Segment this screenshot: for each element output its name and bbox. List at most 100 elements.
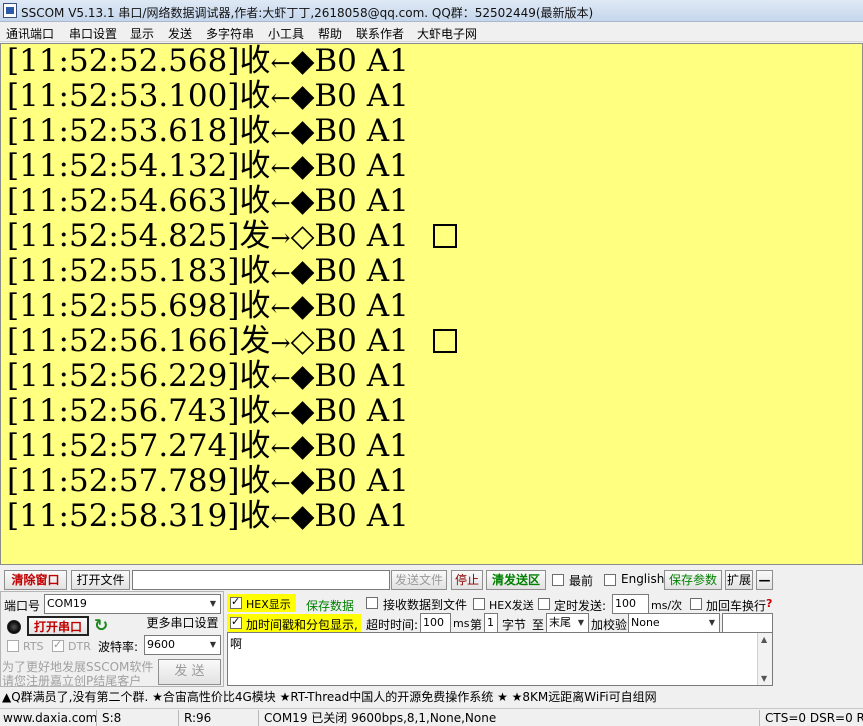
log-mark: ◆	[290, 183, 315, 219]
log-timestamp: [11:52:56.743]	[7, 393, 240, 429]
log-data: B0 A1	[314, 288, 409, 324]
log-mark: ◇	[290, 218, 315, 254]
log-timestamp: [11:52:56.229]	[7, 358, 240, 394]
port-select[interactable]: COM19 ▼	[44, 594, 221, 614]
log-direction: 收	[239, 393, 271, 429]
dtr-checkbox[interactable]	[52, 638, 64, 652]
help-icon[interactable]: ?	[766, 597, 772, 610]
end-value: 末尾	[549, 616, 571, 629]
stop-button[interactable]: 停止	[451, 570, 483, 590]
log-arrow: ←	[270, 294, 291, 322]
log-data: B0 A1	[314, 43, 409, 79]
baud-value: 9600	[147, 638, 175, 651]
sscom-window: SSCOM V5.13.1 串口/网络数据调试器,作者:大虾丁丁,2618058…	[0, 0, 863, 726]
log-mark: ◆	[290, 148, 315, 184]
window-title: SSCOM V5.13.1 串口/网络数据调试器,作者:大虾丁丁,2618058…	[21, 6, 594, 20]
menu-send[interactable]: 发送	[168, 25, 192, 42]
status-bar: www.daxia.com S:8 R:96 COM19 已关闭 9600bps…	[0, 708, 863, 726]
interval-input[interactable]: 100	[612, 594, 649, 614]
log-arrow: ←	[270, 189, 291, 217]
dtr-label: DTR	[68, 640, 91, 653]
checksum-result-field	[722, 613, 773, 633]
log-direction: 收	[239, 113, 271, 149]
log-line: [11:52:58.319]收←◆B0 A1	[7, 499, 409, 536]
menu-display[interactable]: 显示	[130, 25, 154, 42]
end-select[interactable]: 末尾 ▼	[546, 613, 589, 633]
log-timestamp: [11:52:55.183]	[7, 253, 240, 289]
log-arrow: ←	[270, 504, 291, 532]
menu-daxia-site[interactable]: 大虾电子网	[417, 25, 477, 42]
send-button[interactable]: 发 送	[158, 659, 221, 685]
send-textarea[interactable]: 啊 ▲ ▼	[227, 632, 773, 686]
status-website[interactable]: www.daxia.com	[0, 710, 97, 726]
interval-unit-label: ms/次	[651, 599, 683, 612]
log-timestamp: [11:52:54.132]	[7, 148, 240, 184]
log-data: B0 A1	[314, 428, 409, 464]
log-direction: 收	[239, 183, 271, 219]
checksum-label: 加校验	[591, 618, 628, 632]
refresh-icon[interactable]: ↻	[94, 617, 112, 635]
save-params-button[interactable]: 保存参数	[664, 570, 722, 590]
log-mark: ◆	[290, 253, 315, 289]
log-line: [11:52:55.183]收←◆B0 A1	[7, 254, 409, 291]
log-timestamp: [11:52:53.100]	[7, 78, 240, 114]
timeout-input[interactable]: 100	[420, 613, 451, 633]
log-timestamp: [11:52:57.789]	[7, 463, 240, 499]
unprintable-char-box	[432, 224, 457, 248]
topmost-checkbox[interactable]	[552, 574, 564, 586]
baud-label: 波特率:	[98, 640, 139, 654]
collapse-button[interactable]: —	[756, 570, 773, 590]
menu-comm-port[interactable]: 通讯端口	[6, 25, 54, 42]
log-line: [11:52:53.618]收←◆B0 A1	[7, 114, 409, 151]
chevron-down-icon: ▼	[708, 618, 716, 627]
nth-byte-input[interactable]: 1	[484, 613, 498, 633]
log-arrow: ←	[270, 469, 291, 497]
scroll-up-icon[interactable]: ▲	[761, 635, 767, 644]
log-line: [11:52:56.166]发→◇B0 A1	[7, 324, 457, 361]
promo-text-2: 请您注册嘉立创P结尾客户	[2, 674, 142, 688]
log-mark: ◆	[290, 498, 315, 534]
log-data: B0 A1	[314, 148, 409, 184]
baud-select[interactable]: 9600 ▼	[144, 635, 221, 655]
log-data: B0 A1	[314, 358, 409, 394]
menu-tools[interactable]: 小工具	[268, 25, 304, 42]
open-port-button[interactable]: 打开串口	[27, 616, 89, 636]
more-settings-button[interactable]: 更多串口设置	[144, 614, 221, 634]
scroll-down-icon[interactable]: ▼	[761, 674, 767, 683]
log-arrow: →	[270, 224, 291, 252]
save-data-button[interactable]: 保存数据	[306, 597, 354, 614]
app-icon	[3, 3, 17, 18]
log-data: B0 A1	[314, 393, 409, 429]
log-direction: 收	[239, 428, 271, 464]
clear-send-button[interactable]: 清发送区	[486, 570, 546, 590]
log-direction: 收	[239, 498, 271, 534]
english-checkbox[interactable]	[604, 574, 616, 586]
menu-contact[interactable]: 联系作者	[356, 25, 404, 42]
log-data: B0 A1	[314, 463, 409, 499]
menu-help[interactable]: 帮助	[318, 25, 342, 42]
menu-serial-settings[interactable]: 串口设置	[69, 25, 117, 42]
checksum-select[interactable]: None ▼	[628, 613, 720, 633]
rts-checkbox[interactable]	[7, 640, 19, 652]
send-file-button[interactable]: 发送文件	[391, 570, 447, 590]
menu-multi-string[interactable]: 多字符串	[206, 25, 254, 42]
hex-send-checkbox[interactable]	[473, 598, 485, 610]
receive-area[interactable]: [11:52:52.568]收←◆B0 A1 [11:52:53.100]收←◆B…	[0, 43, 863, 565]
add-newline-checkbox[interactable]	[690, 598, 702, 610]
timed-send-checkbox[interactable]	[538, 598, 550, 610]
send-scrollbar[interactable]: ▲ ▼	[757, 633, 772, 685]
open-file-button[interactable]: 打开文件	[71, 570, 130, 590]
file-path-input[interactable]	[132, 570, 390, 590]
ad-marquee[interactable]: ▲Q群满员了,没有第二个群. ★合宙高性价比4G模块 ★RT-Thread中国人…	[0, 688, 863, 706]
clear-window-button[interactable]: 清除窗口	[4, 570, 67, 590]
port-status-icon	[7, 620, 21, 634]
timestamp-checkbox[interactable]	[230, 615, 242, 629]
log-mark: ◆	[290, 288, 315, 324]
log-data: B0 A1	[314, 218, 409, 254]
log-data: B0 A1	[314, 498, 409, 534]
recv-to-file-checkbox[interactable]	[366, 597, 378, 609]
log-arrow: ←	[270, 259, 291, 287]
expand-button[interactable]: 扩展	[725, 570, 753, 590]
log-direction: 收	[239, 43, 271, 79]
hex-display-checkbox[interactable]	[230, 595, 242, 609]
